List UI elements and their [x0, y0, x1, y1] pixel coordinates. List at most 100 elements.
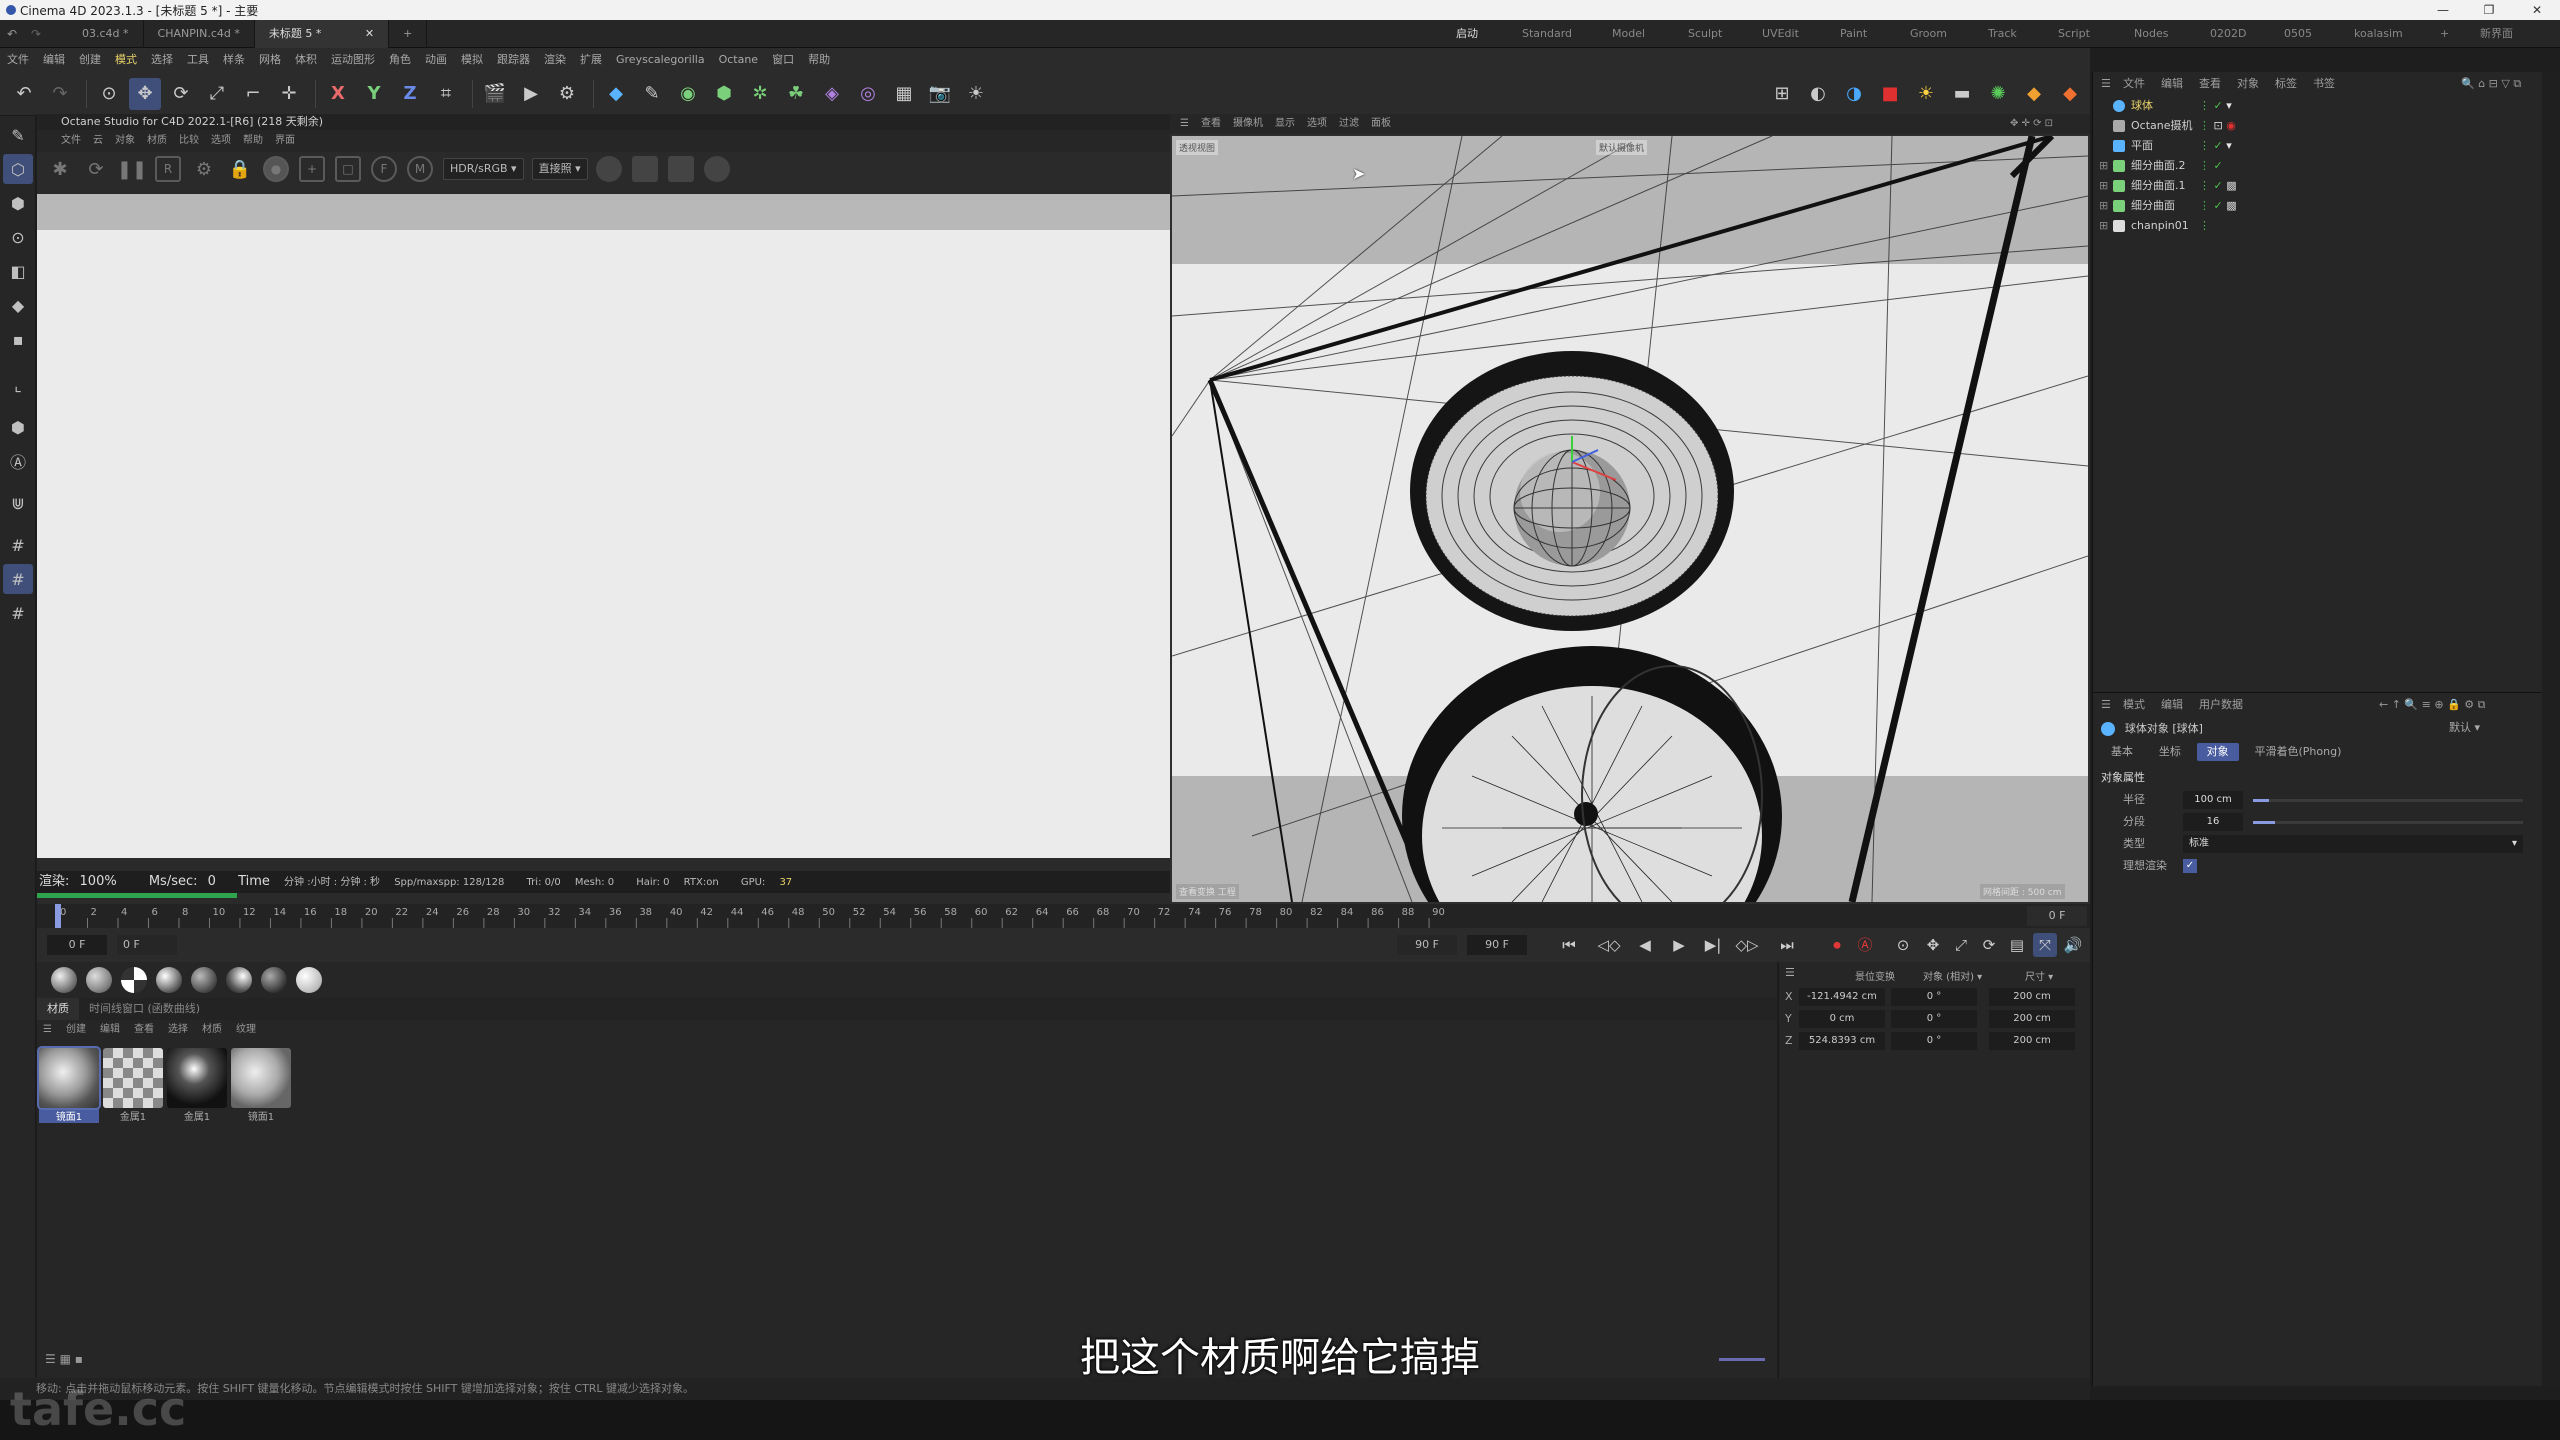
menu-item[interactable]: 样条	[216, 48, 252, 72]
object-flags[interactable]: ⋮ ✓ ▩	[2199, 196, 2237, 216]
expand-icon[interactable]: ⊞	[2099, 216, 2108, 236]
layout-tab[interactable]: 0202D	[2210, 20, 2246, 48]
octane-daylight-icon[interactable]: ☀	[1910, 78, 1942, 110]
color-mode-select[interactable]: HDR/sRGB ▾	[443, 158, 524, 180]
workplane-icon[interactable]: ⌞	[3, 370, 33, 400]
object-flags[interactable]: ⋮ ✓ ▾	[2199, 136, 2232, 156]
obj-menu-item[interactable]: 文件	[2123, 72, 2145, 96]
segments-field[interactable]: 16	[2183, 813, 2243, 831]
point-mode-icon[interactable]: ⊙	[3, 222, 33, 252]
light-icon[interactable]: ☀	[960, 78, 992, 110]
octane-pause-icon[interactable]: ❚❚	[117, 156, 147, 182]
menu-item[interactable]: 运动图形	[324, 48, 382, 72]
material-menu-item[interactable]: 编辑	[100, 1020, 120, 1040]
obj-menu-item[interactable]: 编辑	[2161, 72, 2183, 96]
doc-tab[interactable]: CHANPIN.c4d *	[144, 20, 255, 48]
y-position-field[interactable]: 0 cm	[1799, 1010, 1885, 1028]
object-flags[interactable]: ⋮	[2199, 216, 2210, 236]
record-icon[interactable]: ⏺	[1825, 933, 1849, 957]
type-select[interactable]: 标准 ▾	[2183, 835, 2523, 853]
camera-icon[interactable]: 📷	[924, 78, 956, 110]
octane-area-light-icon[interactable]: ▬	[1946, 78, 1978, 110]
layout-tab[interactable]: Paint	[1840, 20, 1867, 48]
radius-slider[interactable]	[2253, 799, 2523, 802]
attr-tab-coord[interactable]: 坐标	[2149, 743, 2191, 761]
attr-menu-item[interactable]: 编辑	[2161, 693, 2183, 717]
material-menu-item[interactable]: 选择	[168, 1020, 188, 1040]
layout-tab[interactable]: UVEdit	[1762, 20, 1799, 48]
menu-item[interactable]: 选择	[144, 48, 180, 72]
preview-frame-field[interactable]: 0 F	[2027, 906, 2087, 926]
render-picture-viewer-icon[interactable]: ▶	[515, 78, 547, 110]
attr-menu-icon[interactable]: ☰	[2101, 693, 2111, 717]
coords-mode-select[interactable]: 对象 (相对) ▾	[1923, 968, 1982, 983]
y-size-field[interactable]: 200 cm	[1989, 1010, 2075, 1028]
x-rotation-field[interactable]: 0 °	[1891, 988, 1977, 1006]
octane-send-scene-icon[interactable]: ✱	[47, 156, 73, 182]
z-position-field[interactable]: 524.8393 cm	[1799, 1032, 1885, 1050]
cloner-icon[interactable]: ✲	[744, 78, 776, 110]
undo-icon[interactable]: ↶	[8, 78, 40, 110]
layout-tab[interactable]: koalasim	[2354, 20, 2403, 48]
menu-item[interactable]: 角色	[382, 48, 418, 72]
menu-item[interactable]: 扩展	[573, 48, 609, 72]
octane-menu-item[interactable]: 云	[93, 130, 103, 152]
undo-icon[interactable]: ↶	[0, 27, 24, 41]
key-scale-icon[interactable]: ⤢	[1949, 933, 1973, 957]
menu-item[interactable]: 窗口	[765, 48, 801, 72]
octane-box-icon[interactable]: □	[335, 156, 361, 182]
layout-tab[interactable]: Track	[1988, 20, 2017, 48]
goto-end-icon[interactable]: ⏭	[1775, 933, 1799, 957]
new-tab-button[interactable]: +	[389, 20, 428, 48]
octane-option-icon[interactable]	[631, 156, 658, 182]
layout-tab[interactable]: 启动	[1456, 20, 1478, 50]
menu-item[interactable]: 体积	[288, 48, 324, 72]
object-row[interactable]: 平面 ⋮ ✓ ▾	[2093, 136, 2542, 156]
snap-icon[interactable]: ⊞	[1766, 78, 1798, 110]
octane-lock-icon[interactable]: 🔒	[227, 156, 253, 182]
menu-item[interactable]: 动画	[418, 48, 454, 72]
octane-sphere-icon[interactable]: ◑	[1838, 78, 1870, 110]
floor-icon[interactable]: ▦	[888, 78, 920, 110]
material-menu-item[interactable]: 创建	[66, 1020, 86, 1040]
z-rotation-field[interactable]: 0 °	[1891, 1032, 1977, 1050]
expand-icon[interactable]: ⊞	[2099, 156, 2108, 176]
obj-menu-icon[interactable]: ☰	[2101, 72, 2111, 96]
material-tab[interactable]: 材质	[37, 998, 79, 1020]
material-menu-icon[interactable]: ☰	[43, 1020, 52, 1040]
viewport-camera-label[interactable]: 默认摄像机	[1596, 140, 1648, 155]
sound-icon[interactable]: 🔊	[2061, 933, 2085, 957]
material-ball-icon[interactable]	[226, 967, 252, 993]
viewport-menu-item[interactable]: 面板	[1371, 114, 1391, 134]
viewport-menu-item[interactable]: 过滤	[1339, 114, 1359, 134]
attr-nav-icons[interactable]: ← ↑ 🔍 ≡ ⊕ 🔒 ⚙ ⧉	[2379, 693, 2485, 717]
start-frame-field[interactable]: 0 F	[117, 935, 177, 955]
solo-icon[interactable]: ⬢	[3, 412, 33, 442]
maximize-button[interactable]: ❐	[2466, 0, 2512, 20]
key-param-icon[interactable]: ▤	[2005, 933, 2029, 957]
greyscalegorilla-icon[interactable]: ✺	[1982, 78, 2014, 110]
menu-item[interactable]: 创建	[72, 48, 108, 72]
doc-tab[interactable]: 03.c4d *	[68, 20, 144, 48]
plugin-icon[interactable]: ◆	[2018, 78, 2050, 110]
close-button[interactable]: ✕	[2514, 0, 2560, 20]
coords-size-select[interactable]: 尺寸 ▾	[2025, 968, 2053, 983]
new-scene-button[interactable]: 新界面	[2480, 20, 2513, 48]
transform-tool-icon[interactable]: ⌐	[237, 78, 269, 110]
octane-add-icon[interactable]: +	[299, 156, 325, 182]
attr-menu-item[interactable]: 用户数据	[2199, 693, 2243, 717]
grid-axis-icon[interactable]: #	[3, 598, 33, 628]
timeline-tab[interactable]: 时间线窗口 (函数曲线)	[79, 998, 210, 1020]
menu-item[interactable]: 模拟	[454, 48, 490, 72]
material-menu-item[interactable]: 查看	[134, 1020, 154, 1040]
coords-menu-icon[interactable]: ☰	[1785, 966, 1795, 979]
layout-tab[interactable]: Script	[2058, 20, 2090, 48]
playhead[interactable]	[55, 904, 61, 928]
goto-start-icon[interactable]: ⏮	[1557, 933, 1581, 957]
viewport-menu-item[interactable]: 查看	[1201, 114, 1221, 134]
doc-tab-active[interactable]: 未标题 5 * ✕	[254, 20, 390, 48]
rotate-tool-icon[interactable]: ⟳	[165, 78, 197, 110]
attr-tab-phong[interactable]: 平滑着色(Phong)	[2244, 743, 2351, 761]
prev-frame-icon[interactable]: ◀	[1633, 933, 1657, 957]
menu-item[interactable]: 网格	[252, 48, 288, 72]
